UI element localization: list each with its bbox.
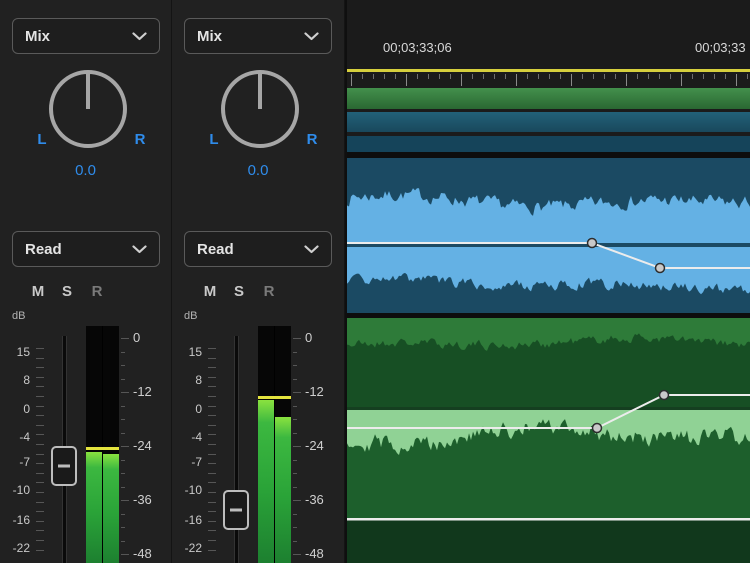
fader-tick-marks bbox=[36, 338, 46, 563]
db-unit-label: dB bbox=[12, 310, 25, 322]
scale-label: -24 bbox=[305, 438, 345, 453]
mute-button[interactable]: M bbox=[27, 283, 49, 300]
volume-fader-handle[interactable] bbox=[51, 446, 77, 486]
volume-automation-line-flat[interactable] bbox=[347, 518, 750, 521]
meter-tick-marks bbox=[293, 326, 302, 563]
chevron-down-icon bbox=[132, 32, 147, 41]
timeline-panel: 00;03;33;06 00;03;33 bbox=[345, 0, 750, 563]
scale-label: -10 bbox=[2, 483, 30, 497]
keyframe-handle[interactable] bbox=[656, 264, 665, 273]
pan-value[interactable]: 0.0 bbox=[172, 162, 344, 179]
mixer-channel-strip-2: Mix L R 0.0 Read M S R dB 15 8 0 bbox=[172, 0, 345, 563]
meter-fill-left bbox=[86, 452, 102, 563]
automation-mode-dropdown[interactable]: Read bbox=[184, 231, 332, 267]
collapsed-track-clip[interactable] bbox=[347, 136, 750, 158]
scale-label: 0 bbox=[2, 402, 30, 416]
timeline-ruler[interactable] bbox=[347, 74, 750, 88]
automation-mode-label: Read bbox=[197, 241, 234, 258]
meter-bar-right bbox=[275, 326, 291, 563]
mixer-channel-strip-1: Mix L R 0.0 Read M S R dB 15 8 0 bbox=[0, 0, 172, 563]
solo-button[interactable]: S bbox=[56, 283, 78, 300]
meter-fill-right bbox=[275, 417, 291, 563]
audio-clip-green-graphics bbox=[347, 318, 750, 563]
keyframe-handle[interactable] bbox=[660, 391, 669, 400]
ruler-timecode: 00;03;33;06 bbox=[383, 40, 452, 55]
track-input-label: Mix bbox=[197, 28, 222, 45]
solo-button[interactable]: S bbox=[228, 283, 250, 300]
mute-button[interactable]: M bbox=[199, 283, 221, 300]
ruler-timecode: 00;03;33 bbox=[695, 40, 746, 55]
scale-label: 15 bbox=[2, 345, 30, 359]
meter-fill-left bbox=[258, 400, 274, 563]
meter-bar-right bbox=[103, 326, 119, 563]
chevron-down-icon bbox=[304, 245, 319, 254]
audio-clip-green[interactable] bbox=[347, 318, 750, 563]
keyframe-handle[interactable] bbox=[593, 424, 602, 433]
audio-clip-blue-graphics bbox=[347, 158, 750, 313]
scale-label: -4 bbox=[2, 430, 30, 444]
scale-label: -48 bbox=[305, 546, 345, 561]
meter-fill-right bbox=[103, 454, 119, 563]
level-meter bbox=[258, 326, 291, 563]
peak-indicator bbox=[258, 396, 291, 399]
meter-bar-left bbox=[258, 326, 274, 563]
audio-waveform-left-channel bbox=[347, 188, 750, 243]
video-track-clip[interactable] bbox=[347, 88, 750, 109]
meter-tick-marks bbox=[121, 326, 130, 563]
scale-label: -16 bbox=[174, 513, 202, 527]
db-unit-label: dB bbox=[184, 310, 197, 322]
channel-divider bbox=[347, 407, 750, 410]
scale-label: 15 bbox=[174, 345, 202, 359]
volume-fader-handle[interactable] bbox=[223, 490, 249, 530]
fader-tick-marks bbox=[208, 338, 218, 563]
scale-label: -7 bbox=[174, 455, 202, 469]
scale-label: -48 bbox=[133, 546, 173, 561]
pan-value[interactable]: 0.0 bbox=[0, 162, 171, 179]
waveform-dense-region bbox=[347, 497, 750, 518]
next-track-region bbox=[347, 521, 750, 563]
scale-label: -10 bbox=[174, 483, 202, 497]
scale-label: -7 bbox=[2, 455, 30, 469]
scale-label: -36 bbox=[133, 492, 173, 507]
scale-label: -24 bbox=[133, 438, 173, 453]
keyframe-handle[interactable] bbox=[588, 239, 597, 248]
scale-label: -22 bbox=[174, 541, 202, 555]
work-area-bar[interactable] bbox=[347, 69, 750, 72]
scale-label: -12 bbox=[305, 384, 345, 399]
automation-mode-label: Read bbox=[25, 241, 62, 258]
pan-right-label: R bbox=[300, 131, 324, 148]
track-input-dropdown[interactable]: Mix bbox=[184, 18, 332, 54]
scale-label: -16 bbox=[2, 513, 30, 527]
peak-indicator bbox=[86, 447, 119, 450]
record-arm-button[interactable]: R bbox=[86, 283, 108, 300]
chevron-down-icon bbox=[304, 32, 319, 41]
collapsed-track-clip[interactable] bbox=[347, 112, 750, 132]
scale-label: -36 bbox=[305, 492, 345, 507]
track-input-label: Mix bbox=[25, 28, 50, 45]
scale-label: 8 bbox=[2, 373, 30, 387]
scale-label: 8 bbox=[174, 373, 202, 387]
scale-label: 0 bbox=[305, 330, 345, 345]
chevron-down-icon bbox=[132, 245, 147, 254]
pan-right-label: R bbox=[128, 131, 152, 148]
scale-label: 0 bbox=[174, 402, 202, 416]
scale-label: 0 bbox=[133, 330, 173, 345]
scale-label: -4 bbox=[174, 430, 202, 444]
level-meter bbox=[86, 326, 119, 563]
track-input-dropdown[interactable]: Mix bbox=[12, 18, 160, 54]
scale-label: -12 bbox=[133, 384, 173, 399]
pan-left-label: L bbox=[202, 131, 226, 148]
audio-clip-blue[interactable] bbox=[347, 158, 750, 313]
audio-track-mixer-panel: Mix L R 0.0 Read M S R dB 15 8 0 bbox=[0, 0, 750, 563]
audio-waveform-right-channel bbox=[347, 247, 750, 294]
meter-bar-left bbox=[86, 326, 102, 563]
automation-mode-dropdown[interactable]: Read bbox=[12, 231, 160, 267]
pan-left-label: L bbox=[30, 131, 54, 148]
record-arm-button[interactable]: R bbox=[258, 283, 280, 300]
scale-label: -22 bbox=[2, 541, 30, 555]
